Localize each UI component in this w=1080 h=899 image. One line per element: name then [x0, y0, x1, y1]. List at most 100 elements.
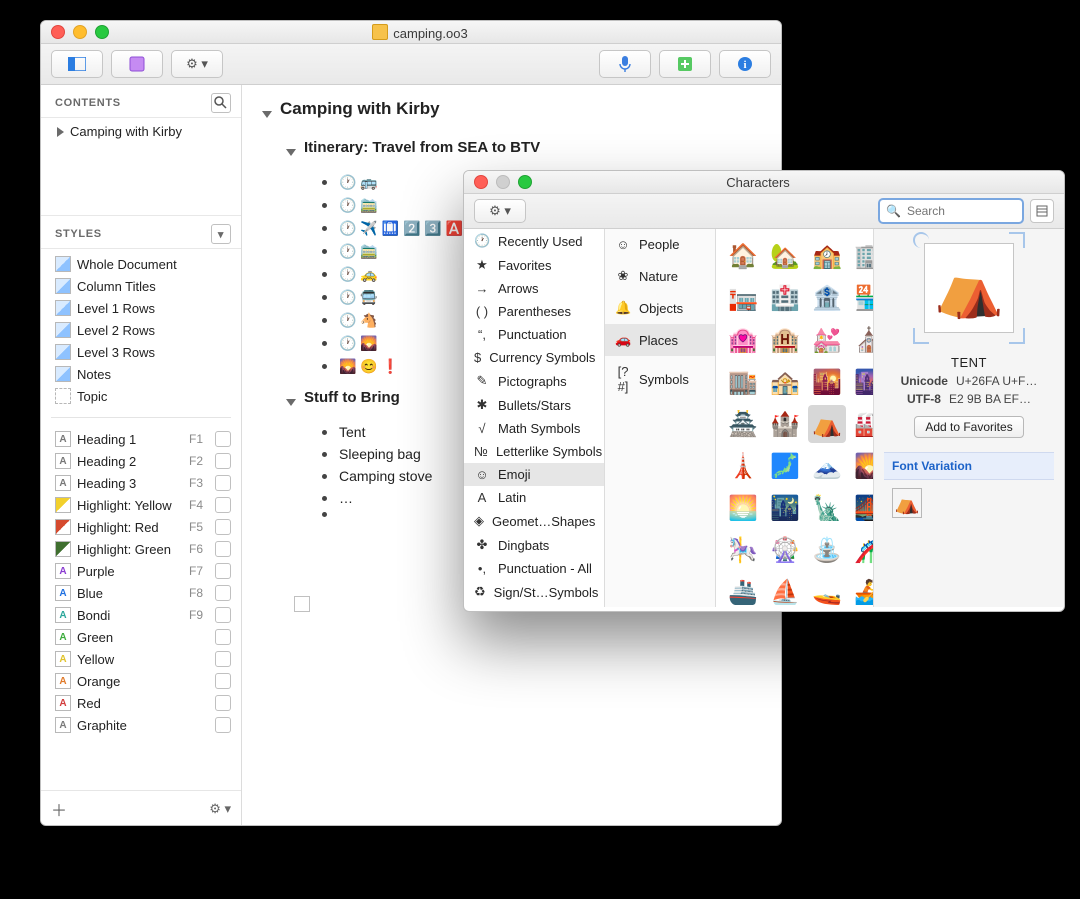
style-checkbox[interactable]: [215, 519, 231, 535]
category-item[interactable]: №Letterlike Symbols: [464, 440, 604, 463]
emoji-cell[interactable]: 🗻: [808, 447, 846, 485]
style-item[interactable]: Level 1 Rows: [41, 297, 241, 319]
style-item[interactable]: Highlight: GreenF6: [41, 538, 241, 560]
emoji-cell[interactable]: 🏨: [766, 321, 804, 359]
category-item[interactable]: ✱Bullets/Stars: [464, 393, 604, 417]
style-item[interactable]: AYellow: [41, 648, 241, 670]
search-input[interactable]: 🔍 ✕: [878, 198, 1024, 224]
emoji-cell[interactable]: 🚤: [808, 573, 846, 607]
category-item[interactable]: ◈Geomet…Shapes: [464, 509, 604, 533]
emoji-cell[interactable]: 🏣: [724, 279, 762, 317]
style-item[interactable]: APurpleF7: [41, 560, 241, 582]
section-title[interactable]: Itinerary: Travel from SEA to BTV: [304, 139, 540, 156]
add-row-button[interactable]: [659, 50, 711, 78]
doc-settings-button[interactable]: ⚙︎ ▾: [171, 50, 223, 78]
style-checkbox[interactable]: [215, 453, 231, 469]
outline-title[interactable]: Camping with Kirby: [280, 99, 440, 119]
style-item[interactable]: Notes: [41, 363, 241, 385]
style-checkbox[interactable]: [215, 651, 231, 667]
category-item[interactable]: →Arrows: [464, 277, 604, 300]
inspector-button[interactable]: i: [719, 50, 771, 78]
chevron-down-icon[interactable]: [286, 149, 296, 156]
view-mode-button[interactable]: [1030, 199, 1054, 223]
font-variation-glyph[interactable]: ⛺: [892, 488, 922, 518]
record-audio-button[interactable]: [599, 50, 651, 78]
subcategory-item[interactable]: 🔔Objects: [605, 292, 715, 324]
emoji-cell[interactable]: 🏡: [766, 237, 804, 275]
add-to-favorites-button[interactable]: Add to Favorites: [914, 416, 1023, 438]
emoji-cell[interactable]: 🗽: [808, 489, 846, 527]
chevron-down-icon[interactable]: [262, 111, 272, 118]
style-item[interactable]: ABlueF8: [41, 582, 241, 604]
emoji-cell[interactable]: 🚢: [724, 573, 762, 607]
style-item[interactable]: Whole Document: [41, 253, 241, 275]
style-checkbox[interactable]: [215, 629, 231, 645]
category-item[interactable]: ★Favorites: [464, 253, 604, 277]
subcategory-item[interactable]: ❀Nature: [605, 260, 715, 292]
style-checkbox[interactable]: [215, 563, 231, 579]
style-item[interactable]: AGraphite: [41, 714, 241, 736]
category-item[interactable]: “,Punctuation: [464, 323, 604, 346]
emoji-cell[interactable]: ⛲: [808, 531, 846, 569]
emoji-cell[interactable]: ⛪: [850, 321, 873, 359]
category-item[interactable]: ✤Dingbats: [464, 533, 604, 557]
close-icon[interactable]: [474, 175, 488, 189]
emoji-cell[interactable]: 🏦: [808, 279, 846, 317]
style-checkbox[interactable]: [215, 497, 231, 513]
emoji-cell[interactable]: ⛵: [766, 573, 804, 607]
style-item[interactable]: Level 3 Rows: [41, 341, 241, 363]
category-item[interactable]: $Currency Symbols: [464, 346, 604, 369]
style-checkbox[interactable]: [215, 431, 231, 447]
emoji-cell[interactable]: 🏬: [724, 363, 762, 401]
emoji-cell[interactable]: 🏢: [850, 237, 873, 275]
titlebar[interactable]: camping.oo3: [41, 21, 781, 44]
emoji-cell[interactable]: 🌄: [850, 447, 873, 485]
style-item[interactable]: AHeading 3F3: [41, 472, 241, 494]
emoji-cell[interactable]: 🗾: [766, 447, 804, 485]
clear-icon[interactable]: ✕: [1064, 204, 1065, 218]
style-item[interactable]: Topic: [41, 385, 241, 407]
emoji-cell[interactable]: 🏤: [766, 363, 804, 401]
style-item[interactable]: ABondiF9: [41, 604, 241, 626]
style-item[interactable]: Level 2 Rows: [41, 319, 241, 341]
category-item[interactable]: ✎Pictographs: [464, 369, 604, 393]
emoji-cell[interactable]: 🗼: [724, 447, 762, 485]
style-checkbox[interactable]: [215, 475, 231, 491]
style-checkbox[interactable]: [215, 541, 231, 557]
minimize-icon[interactable]: [73, 25, 87, 39]
contents-item[interactable]: Camping with Kirby: [41, 118, 241, 145]
add-style-button[interactable]: ＋: [51, 797, 67, 821]
category-item[interactable]: ⌨Technical Symbols: [464, 604, 604, 607]
emoji-cell[interactable]: 💒: [808, 321, 846, 359]
category-list[interactable]: 🕐Recently Used★Favorites→Arrows( )Parent…: [464, 229, 605, 607]
emoji-cell[interactable]: 🏫: [808, 237, 846, 275]
emoji-grid[interactable]: 🏠🏡🏫🏢🏣🏥🏦🏪🏩🏨💒⛪🏬🏤🌇🌆🏯🏰⛺🏭🗼🗾🗻🌄🌅🌃🗽🌉🎠🎡⛲🎢🚢⛵🚤🚣⚓🚀✈️…: [716, 229, 873, 607]
category-item[interactable]: ☺Emoji: [464, 463, 604, 486]
zoom-icon[interactable]: [518, 175, 532, 189]
style-item[interactable]: ARed: [41, 692, 241, 714]
emoji-cell[interactable]: 🏠: [724, 237, 762, 275]
style-item[interactable]: AGreen: [41, 626, 241, 648]
emoji-cell[interactable]: 🚣: [850, 573, 873, 607]
emoji-cell[interactable]: ⛺: [808, 405, 846, 443]
category-item[interactable]: •,Punctuation - All: [464, 557, 604, 580]
emoji-cell[interactable]: 🏭: [850, 405, 873, 443]
toggle-styles-panel-button[interactable]: [111, 50, 163, 78]
styles-menu-button[interactable]: ▾: [211, 224, 231, 244]
chevron-down-icon[interactable]: [286, 399, 296, 406]
emoji-cell[interactable]: 🎠: [724, 531, 762, 569]
style-checkbox[interactable]: [215, 673, 231, 689]
emoji-cell[interactable]: 🌅: [724, 489, 762, 527]
close-icon[interactable]: [51, 25, 65, 39]
style-item[interactable]: AOrange: [41, 670, 241, 692]
category-item[interactable]: ♻Sign/St…Symbols: [464, 580, 604, 604]
titlebar[interactable]: Characters: [464, 171, 1064, 194]
emoji-cell[interactable]: 🌇: [808, 363, 846, 401]
style-checkbox[interactable]: [215, 607, 231, 623]
subcategory-item[interactable]: [?#]Symbols: [605, 356, 715, 402]
subcategory-item[interactable]: ☺People: [605, 229, 715, 260]
emoji-cell[interactable]: 🏥: [766, 279, 804, 317]
style-gear-button[interactable]: ⚙︎ ▾: [209, 801, 231, 817]
category-item[interactable]: √Math Symbols: [464, 417, 604, 440]
emoji-cell[interactable]: 🏯: [724, 405, 762, 443]
